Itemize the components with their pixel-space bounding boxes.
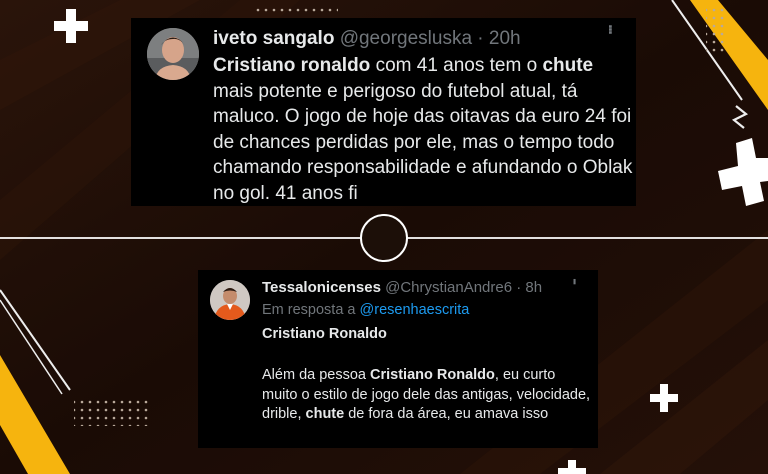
tweet-text: Cristiano ronaldo com 41 anos tem o chut… [213, 53, 633, 206]
tweet-text-part: com 41 anos tem o [370, 55, 543, 76]
tweet-time[interactable]: 20h [489, 28, 521, 49]
reply-handle-link[interactable]: @resenhaescrita [360, 302, 470, 318]
separator: · [472, 28, 489, 49]
tweet-text-bold: chute [542, 55, 594, 76]
tweet-text-part: Além da pessoa [262, 367, 371, 383]
tweet-text-bold: chute [305, 406, 345, 422]
display-name[interactable]: iveto sangalo [213, 28, 334, 49]
tweet-text-bold: Cristiano ronaldo [213, 55, 371, 76]
tweet-header: Tessalonicenses @ChrystianAndre6 · 8h [262, 279, 542, 297]
tweet-time[interactable]: 8h [525, 279, 542, 296]
tweet-text: Além da pessoa Cristiano Ronaldo, eu cur… [262, 366, 592, 425]
tweet-card-top[interactable]: iveto sangalo @georgesluska · 20h ··· Cr… [131, 18, 636, 206]
tweet-header: iveto sangalo @georgesluska · 20h [213, 28, 521, 50]
tweet-card-bottom[interactable]: Tessalonicenses @ChrystianAndre6 · 8h ··… [198, 270, 598, 448]
tweet-text-part: mais potente e perigoso do futebol atual… [213, 80, 633, 204]
separator: · [512, 279, 526, 296]
user-handle[interactable]: @ChrystianAndre6 [385, 279, 512, 296]
reply-prefix: Em resposta a [262, 302, 360, 318]
more-dots-icon[interactable]: ··· [567, 278, 583, 283]
avatar-photo-icon [210, 280, 250, 320]
tweet-title: Cristiano Ronaldo [262, 326, 387, 342]
avatar-photo-icon [147, 28, 199, 80]
tweet-text-bold: Cristiano Ronaldo [370, 367, 495, 383]
user-handle[interactable]: @georgesluska [340, 28, 472, 49]
tweet-text-part: de fora da área, eu amava isso [344, 406, 549, 422]
avatar[interactable] [147, 28, 199, 80]
avatar[interactable] [210, 280, 250, 320]
more-dots-icon[interactable]: ··· [600, 24, 620, 33]
reply-context: Em resposta a @resenhaescrita [262, 301, 469, 319]
display-name[interactable]: Tessalonicenses [262, 279, 381, 296]
